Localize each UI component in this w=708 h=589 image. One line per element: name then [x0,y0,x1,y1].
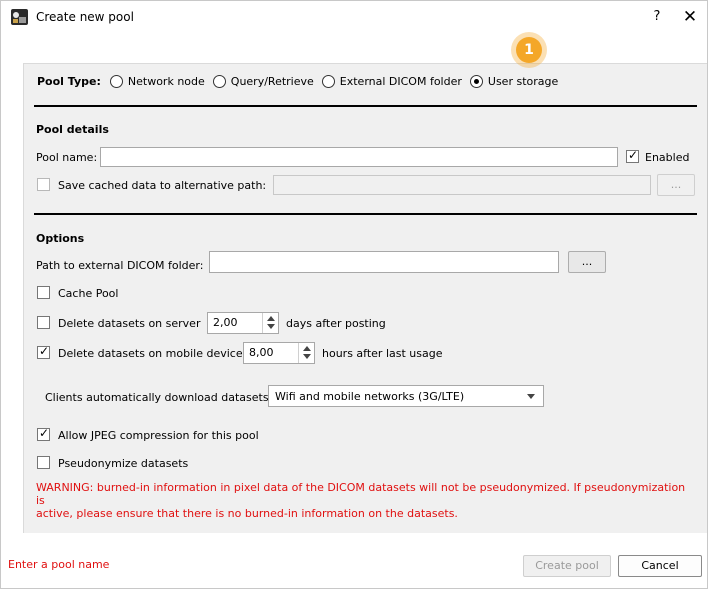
delete-mobile-spinbox[interactable]: 8,00 [243,342,315,364]
alt-path-checkbox[interactable] [37,178,50,191]
alt-path-browse-button[interactable]: ... [657,174,695,196]
help-button[interactable]: ? [647,7,667,27]
external-path-label: Path to external DICOM folder: [36,259,204,272]
pool-name-input[interactable] [100,147,618,167]
download-label: Clients automatically download datasets: [45,391,273,404]
external-path-browse-button[interactable]: ... [568,251,606,273]
radio-label: External DICOM folder [339,74,462,88]
delete-mobile-checkbox[interactable] [37,344,50,359]
cache-pool-checkbox[interactable] [37,286,50,299]
window-title: Create new pool [36,10,134,24]
close-button[interactable]: ✕ [679,7,701,27]
spinbox-value: 8,00 [249,346,274,359]
jpeg-compression-label: Allow JPEG compression for this pool [58,429,259,442]
cache-pool-label: Cache Pool [58,287,119,300]
dialog-content: Pool Type: Network node Query/Retrieve E… [23,63,707,533]
delete-server-suffix: days after posting [286,317,386,330]
radio-label: User storage [487,74,559,88]
radio-external-dicom-folder[interactable]: External DICOM folder [321,74,462,88]
spin-arrows-icon[interactable] [298,343,314,363]
external-path-input[interactable] [209,251,559,273]
radio-user-storage[interactable]: User storage [469,74,559,88]
jpeg-compression-checkbox[interactable] [37,426,50,441]
delete-server-label: Delete datasets on server [58,317,201,330]
pool-type-label: Pool Type: [37,74,101,88]
warning-line: WARNING: burned-in information in pixel … [36,481,686,507]
download-combobox[interactable]: Wifi and mobile networks (3G/LTE) [268,385,544,407]
pseudonymize-checkbox[interactable] [37,456,50,469]
app-icon [11,9,28,25]
cancel-button[interactable]: Cancel [618,555,702,577]
title-bar: Create new pool ? ✕ [1,1,707,33]
spinbox-value: 2,00 [213,316,238,329]
warning-line: active, please ensure that there is no b… [36,507,458,520]
radio-circle[interactable] [321,74,335,88]
delete-mobile-label: Delete datasets on mobile device [58,347,243,360]
delete-server-spinbox[interactable]: 2,00 [207,312,279,334]
delete-mobile-suffix: hours after last usage [322,347,443,360]
pool-type-row: Pool Type: Network node Query/Retrieve E… [37,72,558,90]
enabled-checkbox[interactable] [626,148,639,163]
pool-name-label: Pool name: [36,151,98,164]
alt-path-input[interactable] [273,175,651,195]
combobox-value: Wifi and mobile networks (3G/LTE) [275,390,465,403]
radio-label: Query/Retrieve [230,74,314,88]
radio-circle[interactable] [109,74,123,88]
radio-circle[interactable] [212,74,226,88]
create-pool-button[interactable]: Create pool [523,555,611,577]
alt-path-label: Save cached data to alternative path: [58,179,267,192]
step-number: 1 [516,37,542,63]
radio-network-node[interactable]: Network node [109,74,205,88]
radio-circle-selected[interactable] [469,74,483,88]
separator [34,105,697,107]
spin-arrows-icon[interactable] [262,313,278,333]
radio-query-retrieve[interactable]: Query/Retrieve [212,74,314,88]
step-annotation-badge: 1 [511,32,547,68]
options-heading: Options [36,232,85,245]
delete-server-checkbox[interactable] [37,316,50,329]
pseudonymize-label: Pseudonymize datasets [58,457,189,470]
create-pool-dialog: Create new pool ? ✕ Pool Type: Network n… [0,0,708,589]
separator [34,213,697,215]
chevron-down-icon [527,394,535,399]
radio-label: Network node [127,74,205,88]
pool-details-heading: Pool details [36,123,109,136]
status-message: Enter a pool name [8,558,110,571]
enabled-label: Enabled [645,151,690,164]
pseudonymization-warning: WARNING: burned-in information in pixel … [36,481,696,520]
